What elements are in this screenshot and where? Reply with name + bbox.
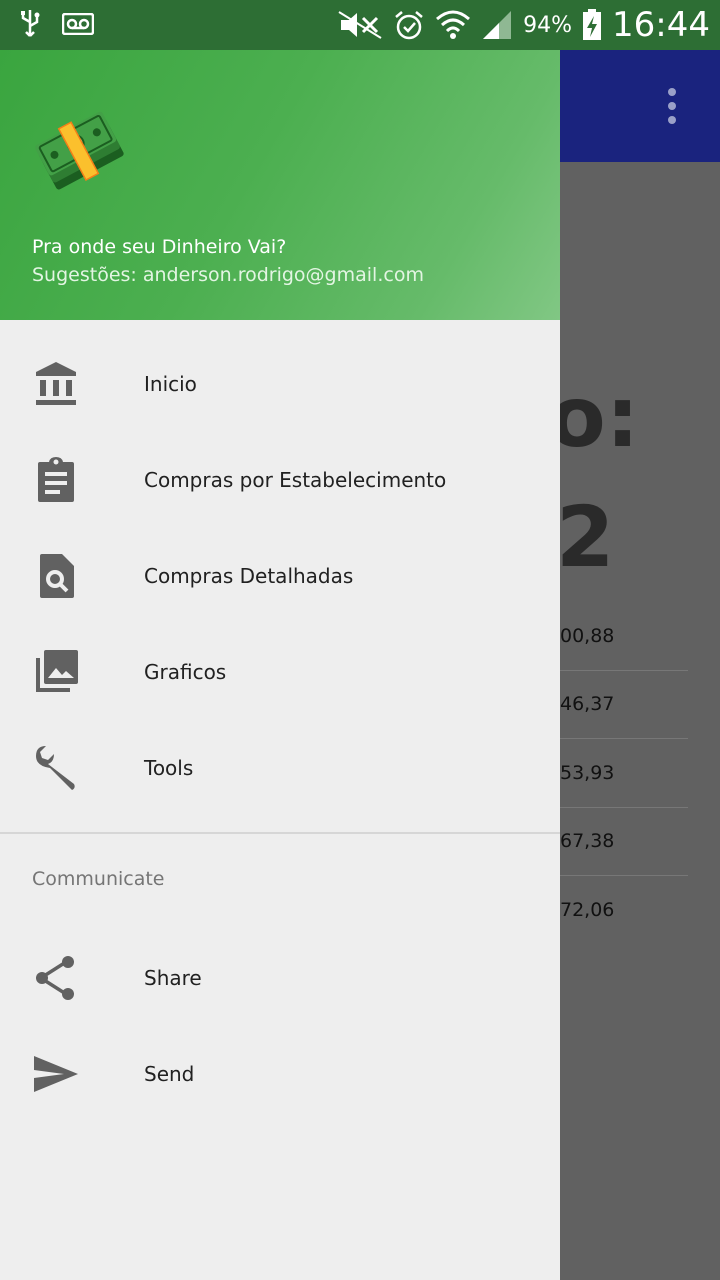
bg-row-4: 67,38: [560, 807, 688, 876]
overflow-menu-icon[interactable]: [662, 86, 682, 126]
signal-icon: [483, 11, 512, 39]
clock: 16:44: [612, 5, 710, 45]
menu-item-label: Inicio: [144, 372, 197, 396]
menu-item-label: Share: [144, 966, 202, 990]
menu-item-compras-detalhadas[interactable]: Compras Detalhadas: [0, 528, 560, 624]
usb-icon: [21, 10, 40, 37]
section-header-communicate: Communicate: [32, 868, 165, 890]
menu-item-label: Compras por Estabelecimento: [144, 468, 447, 492]
battery-percent: 94%: [523, 12, 573, 38]
menu-item-label: Tools: [144, 756, 194, 780]
menu-item-tools[interactable]: Tools: [0, 720, 560, 816]
bg-big-text-1: o:: [548, 368, 640, 466]
menu-item-graficos[interactable]: Graficos: [0, 624, 560, 720]
wrench-icon: [36, 746, 75, 790]
status-bar: 94% 16:44: [0, 0, 720, 50]
mute-icon: [338, 11, 382, 39]
header-title: Pra onde seu Dinheiro Vai?: [32, 236, 287, 258]
bg-row-1: 00,88: [560, 602, 688, 671]
money-stack-logo-icon: [35, 111, 124, 190]
bg-row-2: 46,37: [560, 670, 688, 739]
voicemail-icon: [62, 13, 94, 35]
app-toolbar: [560, 50, 720, 162]
menu-item-share[interactable]: Share: [0, 930, 560, 1026]
battery-charging-icon: [583, 9, 602, 40]
bg-row-3: 53,93: [560, 739, 688, 808]
header-subtitle[interactable]: Sugestões: anderson.rodrigo@gmail.com: [32, 264, 424, 286]
menu-item-compras-por-estabelecimento[interactable]: Compras por Estabelecimento: [0, 432, 560, 528]
menu-item-label: Compras Detalhadas: [144, 564, 354, 588]
menu-item-inicio[interactable]: Inicio: [0, 336, 560, 432]
find-in-page-icon: [40, 554, 74, 598]
menu-item-label: Send: [144, 1062, 195, 1086]
clipboard-icon: [38, 457, 74, 502]
menu-item-label: Graficos: [144, 660, 227, 684]
wifi-icon: [436, 10, 471, 39]
send-icon: [34, 1056, 78, 1092]
menu-item-send[interactable]: Send: [0, 1026, 560, 1122]
bank-icon: [36, 362, 76, 405]
alarm-icon: [395, 11, 423, 40]
share-icon: [36, 956, 74, 1000]
bg-big-text-2: 2: [556, 488, 615, 586]
navigation-drawer: Pra onde seu Dinheiro Vai? Sugestões: an…: [0, 0, 560, 1280]
photo-library-icon: [36, 650, 78, 692]
bg-row-5: 72,06: [560, 899, 615, 921]
divider: [0, 832, 560, 834]
drawer-header: Pra onde seu Dinheiro Vai? Sugestões: an…: [0, 50, 560, 320]
